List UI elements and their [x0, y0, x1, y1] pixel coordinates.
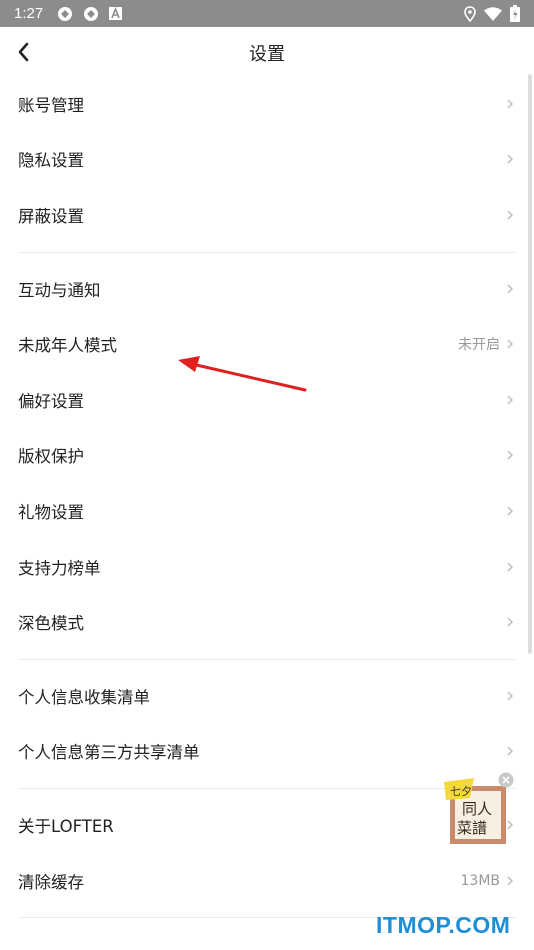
settings-item-label: 账号管理 [18, 95, 84, 115]
chevron-right-icon [507, 617, 513, 627]
floating-promo-badge[interactable]: 七夕 同人 菜譜 [444, 772, 514, 846]
annotation-arrow-icon [178, 356, 307, 392]
settings-item-gifts[interactable]: 礼物设置 [0, 483, 534, 539]
chevron-right-icon [507, 562, 513, 572]
settings-item-label: 礼物设置 [18, 502, 84, 522]
close-icon[interactable] [498, 772, 514, 788]
settings-item-support-ranking[interactable]: 支持力榜单 [0, 539, 534, 595]
wifi-icon [484, 6, 502, 21]
settings-item-clear-cache[interactable]: 清除缓存 13MB [0, 853, 534, 909]
settings-item-label: 支持力榜单 [18, 558, 101, 578]
chevron-right-icon [507, 284, 513, 294]
watermark-text: ITMOP.COM [376, 912, 511, 938]
group-divider [0, 650, 534, 668]
settings-item-label: 互动与通知 [18, 280, 101, 300]
settings-item-label: 屏蔽设置 [18, 206, 84, 226]
app-header: 设置 [0, 27, 534, 77]
settings-item-block[interactable]: 屏蔽设置 [0, 187, 534, 243]
settings-item-label: 清除缓存 [18, 872, 84, 892]
settings-item-info-collection[interactable]: 个人信息收集清单 [0, 668, 534, 724]
chevron-right-icon [507, 339, 513, 349]
location-icon [464, 5, 476, 22]
settings-item-account[interactable]: 账号管理 [0, 76, 534, 132]
settings-item-copyright[interactable]: 版权保护 [0, 428, 534, 484]
settings-item-value: 未开启 [458, 337, 500, 354]
chevron-right-icon [507, 210, 513, 220]
settings-item-label: 版权保护 [18, 447, 84, 467]
settings-item-label: 隐私设置 [18, 151, 84, 171]
chevron-right-icon [507, 395, 513, 405]
font-notification-icon [109, 7, 123, 20]
promo-text-line2: 菜譜 [457, 819, 487, 837]
settings-item-notifications[interactable]: 互动与通知 [0, 261, 534, 317]
settings-item-value: 13MB [460, 872, 501, 889]
chevron-right-icon [507, 876, 513, 886]
settings-item-third-party-sharing[interactable]: 个人信息第三方共享清单 [0, 724, 534, 780]
app-notification-icon [58, 6, 73, 21]
chevron-right-icon [507, 746, 513, 756]
battery-icon [510, 5, 520, 22]
chevron-right-icon [507, 691, 513, 701]
settings-item-label: 未成年人模式 [18, 336, 117, 356]
chevron-right-icon [507, 154, 513, 164]
chevron-right-icon [507, 450, 513, 460]
chevron-right-icon [507, 99, 513, 109]
page-title: 设置 [249, 44, 285, 65]
status-bar: 1:27 [0, 0, 534, 27]
group-divider [0, 243, 534, 261]
settings-item-privacy[interactable]: 隐私设置 [0, 132, 534, 188]
settings-item-label: 关于LOFTER [18, 816, 114, 836]
settings-item-label: 个人信息第三方共享清单 [18, 743, 200, 763]
promo-corner-text: 七夕 [450, 785, 472, 798]
settings-item-label: 偏好设置 [18, 391, 84, 411]
app-notification-icon [84, 6, 99, 21]
settings-item-label: 深色模式 [18, 614, 84, 634]
chevron-right-icon [507, 506, 513, 516]
status-time: 1:27 [14, 5, 44, 22]
settings-item-dark-mode[interactable]: 深色模式 [0, 594, 534, 650]
promo-text-line1: 同人 [462, 800, 492, 818]
settings-item-label: 个人信息收集清单 [18, 687, 150, 707]
